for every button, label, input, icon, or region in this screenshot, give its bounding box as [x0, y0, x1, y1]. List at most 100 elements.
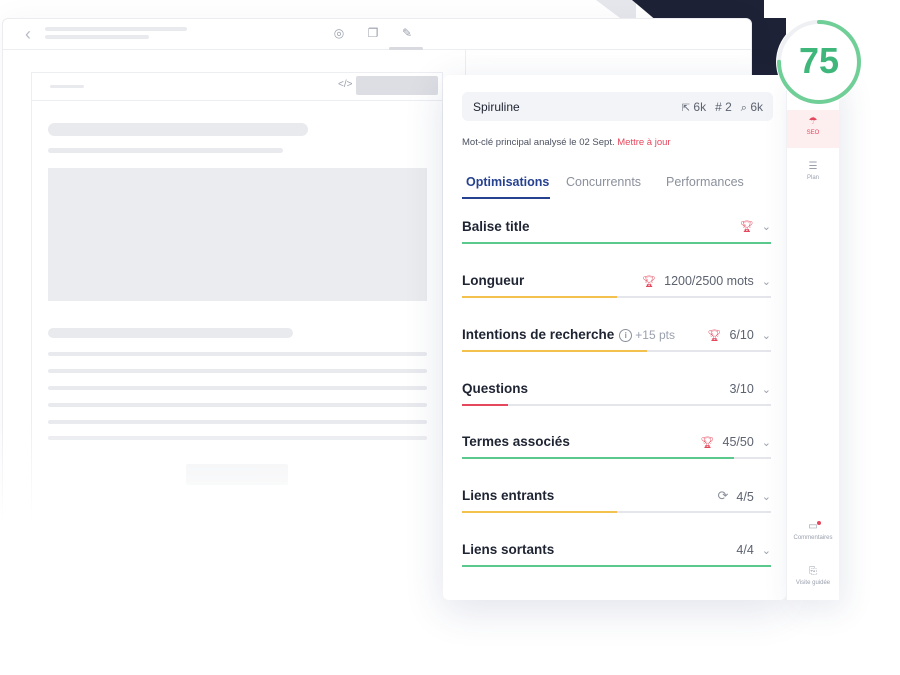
- subtitle-placeholder: [45, 35, 149, 39]
- optimisation-row[interactable]: Termes associés 🏆︎ 45/50 ⌄: [462, 434, 771, 464]
- row-status: 🏆︎ 6/10 ⌄: [707, 328, 771, 342]
- stat-volume: ⌕ 6k: [741, 100, 763, 115]
- row-label-text: Longueur: [462, 273, 525, 288]
- notification-dot: [817, 521, 821, 525]
- stat-clicks: ⇱ 6k: [682, 100, 706, 115]
- text-placeholder: [48, 148, 283, 153]
- globe-icon[interactable]: ◎: [331, 25, 347, 41]
- optimisation-row[interactable]: Liens sortants 4/4 ⌄: [462, 542, 771, 572]
- rail-item-tour-label: Visite guidée: [795, 580, 831, 586]
- row-label: Liens entrants: [462, 488, 554, 503]
- text-placeholder: [48, 403, 427, 407]
- rail-item-plan-label: Plan: [806, 175, 819, 181]
- row-label-text: Balise title: [462, 219, 530, 234]
- stat-clicks-value: 6k: [693, 100, 707, 114]
- row-label-text: Liens entrants: [462, 488, 555, 503]
- progress-track: [462, 296, 771, 298]
- right-sidebar: ☂ SEO ☰ Plan ▭ Commentaires ⎘ Visite gui…: [786, 75, 839, 600]
- stat-rank: # 2: [715, 100, 732, 115]
- umbrella-icon: ☂: [808, 116, 818, 127]
- optimisation-row[interactable]: Questions 3/10 ⌄: [462, 381, 771, 411]
- trophy-icon: 🏆︎: [700, 435, 715, 449]
- chevron-down-icon[interactable]: ⌄: [762, 490, 771, 503]
- document-toolbar: </>: [32, 73, 442, 101]
- row-label: Intentions de recherche i +15 pts: [462, 327, 675, 342]
- comment-icon: ▭: [808, 521, 818, 532]
- tab-optimisations[interactable]: Optimisations: [466, 175, 549, 189]
- chevron-down-icon[interactable]: ⌄: [762, 220, 771, 233]
- progress-track: [462, 565, 771, 567]
- optimisation-row[interactable]: Balise title 🏆︎ ⌄: [462, 219, 771, 249]
- progress-track: [462, 350, 771, 352]
- copy-icon[interactable]: ❐: [365, 25, 381, 41]
- back-arrow-icon[interactable]: ‹: [25, 25, 31, 43]
- optimisation-row[interactable]: Liens entrants ⟳ 4/5 ⌄: [462, 488, 771, 518]
- progress-fill: [462, 404, 509, 406]
- keyword-stats: ⇱ 6k # 2 ⌕ 6k: [682, 100, 763, 115]
- progress-track: [462, 242, 771, 244]
- doc-bar-placeholder: [50, 85, 84, 88]
- stat-rank-value: 2: [725, 100, 732, 114]
- chevron-down-icon[interactable]: ⌄: [762, 329, 771, 342]
- progress-track: [462, 404, 771, 406]
- row-label: Longueur: [462, 273, 524, 288]
- rail-item-seo[interactable]: ☂ SEO: [787, 110, 839, 148]
- rail-item-tour[interactable]: ⎘ Visite guidée: [787, 566, 839, 586]
- chevron-down-icon[interactable]: ⌄: [762, 436, 771, 449]
- optimisation-row[interactable]: Longueur 🏆︎ 1200/2500 mots ⌄: [462, 273, 771, 303]
- sync-icon[interactable]: ⟳: [717, 489, 728, 504]
- keyword-text: Spiruline: [473, 100, 520, 114]
- trophy-icon: 🏆︎: [642, 274, 657, 288]
- update-link[interactable]: Mettre à jour: [617, 137, 670, 148]
- rail-item-comments[interactable]: ▭ Commentaires: [787, 521, 839, 541]
- cursor-icon: ⇱: [681, 103, 691, 114]
- tab-concurrents[interactable]: Concurrennts: [566, 175, 641, 189]
- row-score: 4/4: [736, 543, 754, 557]
- progress-fill: [462, 350, 648, 352]
- row-label: Balise title: [462, 219, 530, 234]
- subheading-placeholder: [48, 328, 293, 338]
- tab-performances[interactable]: Performances: [666, 175, 744, 189]
- row-status: 4/4 ⌄: [736, 543, 771, 557]
- rail-item-plan[interactable]: ☰ Plan: [787, 161, 839, 181]
- analysis-info: Mot-clé principal analysé le 02 Sept. Me…: [462, 137, 671, 148]
- chevron-down-icon[interactable]: ⌄: [762, 544, 771, 557]
- edit-icon[interactable]: ✎: [399, 25, 415, 41]
- row-label-text: Liens sortants: [462, 542, 555, 557]
- text-placeholder: [48, 369, 427, 373]
- list-icon: ☰: [808, 161, 818, 172]
- row-score: 3/10: [729, 382, 754, 396]
- chevron-down-icon[interactable]: ⌄: [762, 275, 771, 288]
- bonus-points: +15 pts: [635, 328, 675, 342]
- progress-fill: [462, 457, 734, 459]
- chevron-down-icon[interactable]: ⌄: [762, 383, 771, 396]
- row-status: 🏆︎ ⌄: [740, 220, 771, 233]
- progress-fill: [462, 242, 771, 244]
- row-label: Liens sortants: [462, 542, 554, 557]
- title-placeholder: [45, 27, 187, 31]
- heading-placeholder: [48, 123, 308, 136]
- optimisation-row[interactable]: Intentions de recherche i +15 pts 🏆︎ 6/10 ⌄: [462, 327, 771, 357]
- row-score: 1200/2500 mots: [664, 274, 754, 288]
- tab-bar: Optimisations Concurrennts Performances: [462, 175, 772, 201]
- row-label-text: Questions: [462, 381, 529, 396]
- search-icon: ⌕: [740, 102, 747, 114]
- doc-bar-button-placeholder[interactable]: [356, 76, 438, 95]
- row-label-text: Intentions de recherche: [462, 327, 615, 342]
- background-shape: [596, 0, 636, 18]
- progress-fill: [462, 296, 617, 298]
- row-status: ⟳ 4/5 ⌄: [717, 489, 771, 504]
- score-value: 75: [798, 40, 840, 81]
- trophy-icon: 🏆︎: [707, 328, 722, 342]
- row-status: 🏆︎ 1200/2500 mots ⌄: [642, 274, 771, 288]
- row-status: 3/10 ⌄: [729, 382, 771, 396]
- info-icon[interactable]: i: [619, 329, 633, 342]
- code-icon[interactable]: </>: [338, 79, 352, 90]
- row-score: 4/5: [736, 489, 754, 504]
- hash-icon: #: [715, 100, 722, 114]
- row-score: 45/50: [722, 435, 754, 449]
- keyword-box[interactable]: Spiruline ⇱ 6k # 2 ⌕ 6k: [462, 92, 773, 121]
- stat-volume-value: 6k: [750, 100, 763, 114]
- text-placeholder: [48, 352, 427, 356]
- image-placeholder: [48, 168, 427, 301]
